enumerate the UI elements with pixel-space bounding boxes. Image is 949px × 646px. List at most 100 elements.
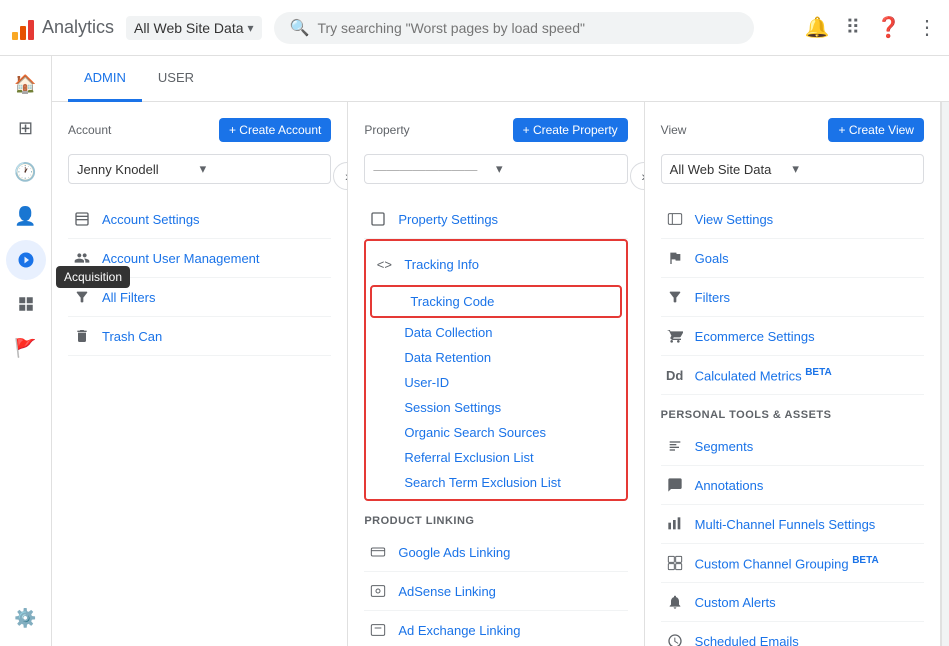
- scrollbar[interactable]: [941, 102, 949, 646]
- admin-columns: Account + Create Account Jenny Knodell ▾…: [52, 102, 949, 646]
- ad-exchange-linking-item[interactable]: Ad Exchange Linking: [364, 611, 627, 646]
- account-selector[interactable]: Jenny Knodell ▾: [68, 154, 331, 184]
- data-collection-link[interactable]: Data Collection: [370, 320, 621, 345]
- account-col-nav-btn[interactable]: ›: [333, 162, 348, 190]
- tracking-info-header[interactable]: <> Tracking Info: [370, 245, 621, 283]
- trash-can-item[interactable]: Trash Can: [68, 317, 331, 356]
- create-property-button[interactable]: + Create Property: [513, 118, 628, 142]
- account-name: Jenny Knodell: [77, 162, 200, 177]
- account-column: Account + Create Account Jenny Knodell ▾…: [52, 102, 348, 646]
- view-settings-label: View Settings: [695, 212, 774, 227]
- custom-alerts-icon: [665, 592, 685, 612]
- property-col-header: Property + Create Property: [364, 118, 627, 142]
- account-settings-label: Account Settings: [102, 212, 200, 227]
- organic-search-sources-link[interactable]: Organic Search Sources: [370, 420, 621, 445]
- calculated-metrics-item[interactable]: Dd Calculated Metrics BETA: [661, 356, 924, 395]
- ecommerce-settings-item[interactable]: Ecommerce Settings: [661, 317, 924, 356]
- beta-badge-calculated: BETA: [805, 367, 831, 378]
- ecommerce-settings-label: Ecommerce Settings: [695, 329, 815, 344]
- help-icon[interactable]: ❓: [876, 15, 901, 40]
- account-col-header: Account + Create Account: [68, 118, 331, 142]
- multi-channel-item[interactable]: Multi-Channel Funnels Settings: [661, 505, 924, 544]
- sidebar-item-goals[interactable]: 🚩: [6, 328, 46, 368]
- property-settings-item[interactable]: Property Settings: [364, 200, 627, 239]
- create-view-button[interactable]: + Create View: [828, 118, 924, 142]
- goals-item[interactable]: Goals: [661, 239, 924, 278]
- property-chevron-icon: ▾: [496, 161, 619, 177]
- view-column: View + Create View All Web Site Data ▾ V…: [645, 102, 941, 646]
- account-chevron-icon: ▾: [200, 161, 323, 177]
- analytics-logo: [12, 16, 34, 40]
- tab-admin[interactable]: ADMIN: [68, 56, 142, 102]
- sidebar-item-home[interactable]: 🏠: [6, 64, 46, 104]
- search-term-exclusion-link[interactable]: Search Term Exclusion List: [370, 470, 621, 495]
- referral-exclusion-link[interactable]: Referral Exclusion List: [370, 445, 621, 470]
- google-ads-icon: [368, 542, 388, 562]
- user-id-link[interactable]: User-ID: [370, 370, 621, 395]
- sidebar-item-realtime[interactable]: 🕐: [6, 152, 46, 192]
- admin-tabs: ADMIN USER: [52, 56, 949, 102]
- account-user-management-label: Account User Management: [102, 251, 260, 266]
- tracking-code-link[interactable]: Tracking Code: [376, 289, 615, 314]
- multi-channel-label: Multi-Channel Funnels Settings: [695, 517, 876, 532]
- custom-channel-grouping-item[interactable]: Custom Channel Grouping BETA: [661, 544, 924, 583]
- search-input[interactable]: [317, 20, 737, 36]
- segments-item[interactable]: Segments: [661, 427, 924, 466]
- segments-label: Segments: [695, 439, 754, 454]
- calculated-metrics-icon: Dd: [665, 365, 685, 385]
- logo-area: Analytics: [12, 16, 114, 40]
- view-name: All Web Site Data: [670, 162, 793, 177]
- sidebar-item-acquisition[interactable]: [6, 240, 46, 280]
- sidebar-item-audience[interactable]: 👤: [6, 196, 46, 236]
- product-linking-label: PRODUCT LINKING: [364, 515, 627, 527]
- ad-exchange-icon: [368, 620, 388, 640]
- code-icon: <>: [374, 254, 394, 274]
- custom-channel-icon: [665, 553, 685, 573]
- adsense-linking-item[interactable]: AdSense Linking: [364, 572, 627, 611]
- scheduled-emails-item[interactable]: Scheduled Emails: [661, 622, 924, 646]
- acquisition-tooltip: Acquisition: [56, 266, 130, 288]
- tab-user[interactable]: USER: [142, 56, 210, 102]
- multi-channel-icon: [665, 514, 685, 534]
- chevron-down-icon: ▾: [248, 21, 254, 35]
- apps-icon[interactable]: ⠿: [845, 15, 860, 40]
- sidebar-item-settings[interactable]: ⚙️: [6, 598, 46, 638]
- search-bar[interactable]: 🔍: [274, 12, 754, 44]
- personal-tools-label: PERSONAL TOOLS & ASSETS: [661, 409, 924, 421]
- custom-alerts-item[interactable]: Custom Alerts: [661, 583, 924, 622]
- logo-text: Analytics: [42, 17, 114, 38]
- property-settings-label: Property Settings: [398, 212, 498, 227]
- ecommerce-icon: [665, 326, 685, 346]
- view-selector-dropdown[interactable]: All Web Site Data ▾: [661, 154, 924, 184]
- annotations-label: Annotations: [695, 478, 764, 493]
- logo-bar-1: [12, 32, 18, 40]
- more-icon[interactable]: ⋮: [917, 15, 937, 40]
- property-col-nav-btn[interactable]: ›: [630, 162, 645, 190]
- view-filters-item[interactable]: Filters: [661, 278, 924, 317]
- custom-alerts-label: Custom Alerts: [695, 595, 776, 610]
- notifications-icon[interactable]: 🔔: [805, 15, 830, 40]
- property-selector-dropdown[interactable]: ———————— ▾: [364, 154, 627, 184]
- calculated-metrics-label: Calculated Metrics BETA: [695, 367, 832, 383]
- view-filter-icon: [665, 287, 685, 307]
- sidebar-item-reports[interactable]: ⊞: [6, 108, 46, 148]
- layout: 🏠 ⊞ 🕐 👤 🚩 ⚙️ Acquisition ADMIN USER Acco…: [0, 56, 949, 646]
- account-settings-icon: [72, 209, 92, 229]
- account-settings-item[interactable]: Account Settings: [68, 200, 331, 239]
- property-name: All Web Site Data: [134, 20, 243, 36]
- view-settings-item[interactable]: View Settings: [661, 200, 924, 239]
- goals-label: Goals: [695, 251, 729, 266]
- logo-bar-2: [20, 26, 26, 40]
- data-retention-link[interactable]: Data Retention: [370, 345, 621, 370]
- property-selector[interactable]: All Web Site Data ▾: [126, 16, 262, 40]
- tracking-info-label: Tracking Info: [404, 257, 479, 272]
- all-filters-label: All Filters: [102, 290, 155, 305]
- google-ads-linking-item[interactable]: Google Ads Linking: [364, 533, 627, 572]
- annotations-item[interactable]: Annotations: [661, 466, 924, 505]
- scheduled-emails-icon: [665, 631, 685, 646]
- nav-icons: 🔔 ⠿ ❓ ⋮: [805, 15, 937, 40]
- create-account-button[interactable]: + Create Account: [219, 118, 331, 142]
- session-settings-link[interactable]: Session Settings: [370, 395, 621, 420]
- sidebar-item-behavior[interactable]: [6, 284, 46, 324]
- view-filters-label: Filters: [695, 290, 730, 305]
